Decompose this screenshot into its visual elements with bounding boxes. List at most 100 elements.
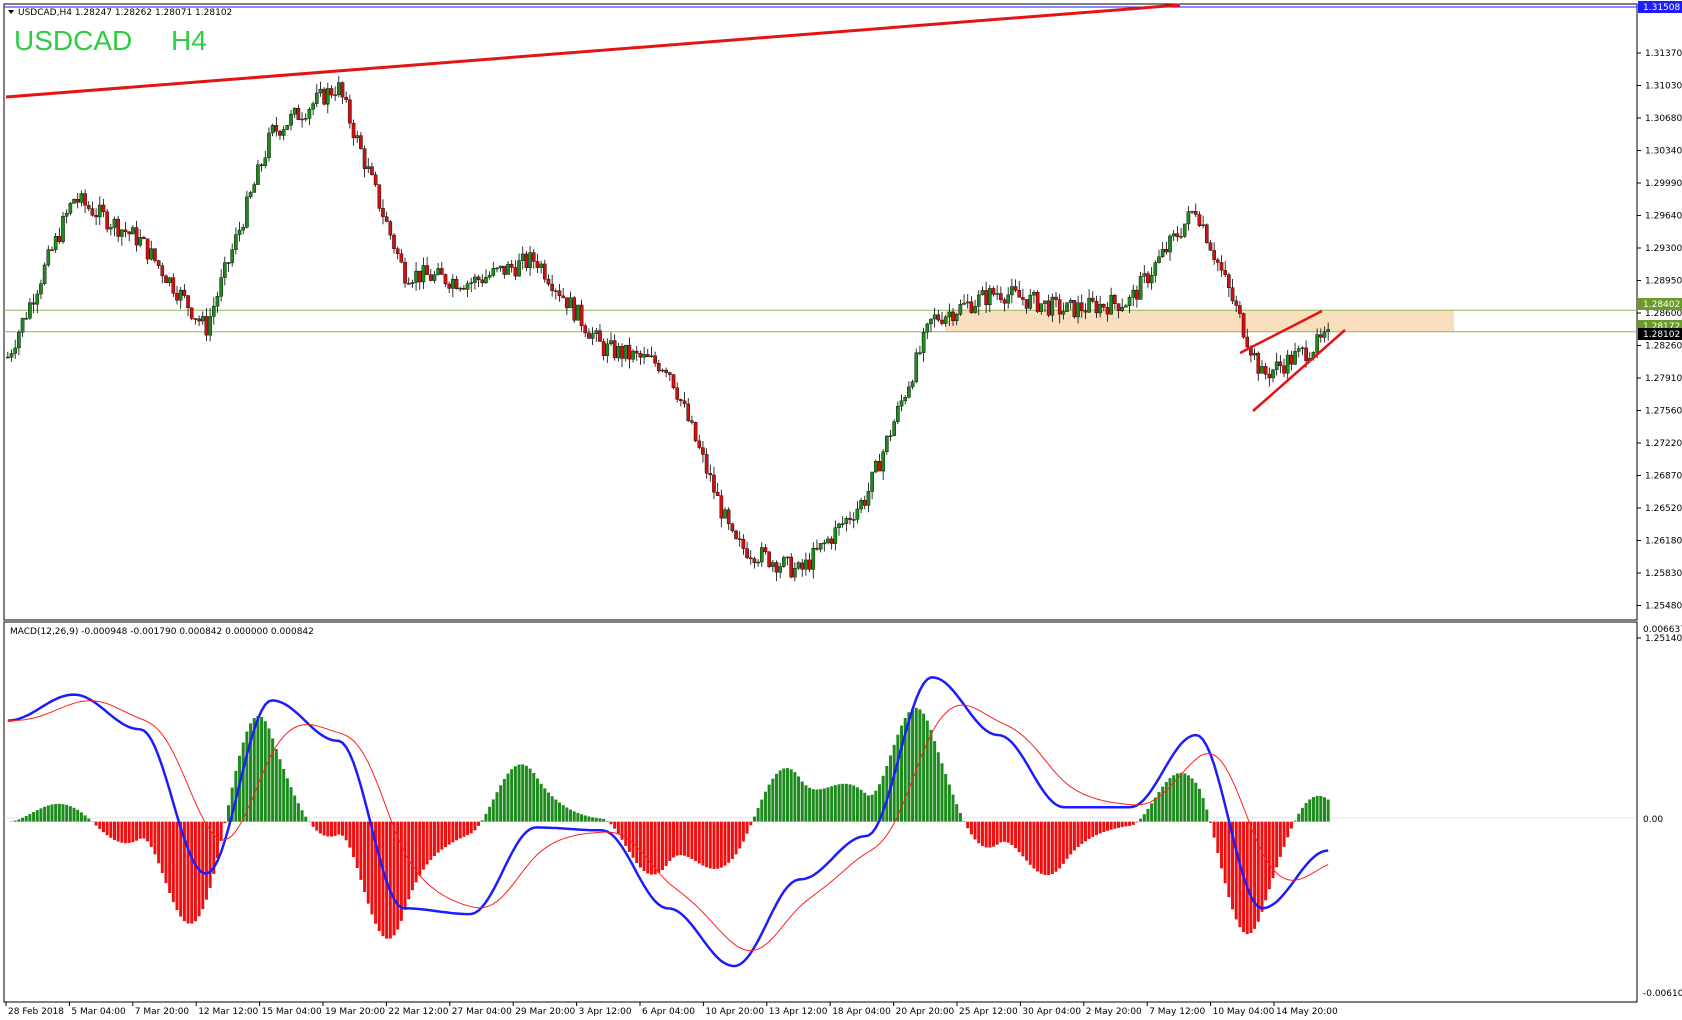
candle-body (1171, 233, 1176, 237)
candle-body (252, 184, 257, 193)
candle-body (72, 199, 76, 204)
candle-body (436, 268, 440, 275)
candle-body (1204, 224, 1209, 243)
candle-body (127, 231, 132, 235)
macd-histogram-bar (21, 817, 25, 822)
candle-body (1241, 313, 1246, 338)
candle-body (833, 527, 838, 544)
macd-histogram-bar (550, 796, 554, 822)
macd-histogram-bar (1186, 775, 1190, 822)
macd-histogram-bar (293, 795, 297, 822)
candle-body (454, 278, 459, 289)
macd-histogram-bar (660, 821, 664, 871)
macd-histogram-bar (285, 778, 289, 822)
candle-body (918, 352, 922, 354)
candle-body (1024, 299, 1029, 309)
candle-body (1230, 287, 1235, 302)
macd-histogram-bar (54, 803, 58, 822)
macd-histogram-bar (734, 821, 738, 855)
macd-histogram-bar (1065, 821, 1069, 859)
candle-body (1322, 331, 1327, 338)
candle-body (1168, 235, 1172, 253)
candle-body (686, 403, 691, 421)
candle-body (175, 293, 179, 301)
candle-body (1124, 305, 1128, 308)
candle-body (1212, 250, 1216, 261)
candle-body (337, 82, 341, 96)
macd-histogram-bar (388, 821, 392, 939)
candle-body (565, 297, 569, 309)
candle-body (307, 109, 312, 119)
candle-body (554, 290, 558, 292)
macd-histogram-bar (1216, 821, 1220, 853)
macd-histogram-bar (1289, 821, 1293, 829)
macd-histogram-bar (1205, 809, 1209, 822)
macd-histogram-bar (32, 812, 36, 822)
candle-body (840, 523, 845, 525)
macd-histogram-bar (1146, 808, 1150, 822)
candle-body (896, 405, 900, 422)
candle-body (318, 88, 323, 94)
candle-body (406, 283, 411, 285)
macd-histogram-bar (506, 773, 510, 822)
candle-body (259, 164, 264, 166)
candle-body (951, 311, 955, 322)
macd-histogram-bar (1047, 821, 1051, 876)
candle-body (657, 363, 661, 372)
support-resistance-zone[interactable] (945, 310, 1454, 332)
candle-body (638, 353, 643, 358)
macd-histogram-bar (925, 720, 929, 822)
macd-histogram-bar (668, 821, 672, 861)
candle-body (660, 369, 665, 372)
candle-body (1260, 366, 1264, 374)
candle-body (737, 538, 742, 540)
price-tick-label: 1.28260 (1645, 342, 1682, 352)
candle-body (995, 293, 999, 295)
candle-body (1046, 300, 1051, 316)
macd-histogram-bar (1168, 778, 1172, 822)
macd-histogram-bar (565, 807, 569, 822)
candle-body (13, 347, 17, 354)
candle-body (973, 306, 977, 313)
macd-histogram-bar (1091, 821, 1095, 837)
candle-body (410, 282, 415, 284)
macd-histogram-bar (752, 816, 756, 822)
macd-histogram-bar (1183, 773, 1187, 822)
macd-histogram-bar (13, 820, 17, 822)
macd-histogram-bar (1190, 778, 1194, 822)
candle-body (344, 96, 348, 101)
candle-body (947, 311, 952, 318)
macd-histogram-bar (815, 789, 819, 822)
macd-histogram-bar (513, 766, 517, 822)
time-label: 20 Apr 20:00 (896, 1007, 955, 1017)
macd-histogram-bar (1120, 821, 1124, 828)
price-tick-label: 1.31370 (1645, 49, 1682, 59)
candle-body (1304, 347, 1308, 361)
candle-body (892, 421, 896, 436)
candle-body (675, 387, 679, 400)
macd-histogram-bar (131, 821, 135, 843)
price-tick-label: 1.29640 (1645, 212, 1682, 222)
time-label: 25 Apr 12:00 (959, 1007, 1018, 1017)
candle-body (473, 276, 477, 283)
macd-histogram-bar (201, 821, 205, 910)
candle-body (1072, 300, 1077, 318)
candle-body (789, 556, 794, 578)
macd-histogram-bar (193, 821, 197, 922)
candle-body (86, 205, 91, 209)
macd-histogram-bar (43, 806, 47, 822)
macd-histogram-bar (811, 789, 815, 822)
time-label: 19 Mar 20:00 (325, 1007, 385, 1017)
macd-histogram-bar (631, 821, 635, 858)
candle-body (940, 319, 944, 324)
candle-body (359, 135, 363, 149)
candle-body (590, 333, 595, 339)
macd-histogram-bar (1061, 821, 1065, 864)
macd-histogram-bar (929, 729, 933, 822)
macd-histogram-bar (278, 759, 282, 822)
macd-histogram-bar (432, 821, 436, 857)
macd-histogram-bar (451, 821, 455, 843)
candle-body (690, 420, 694, 423)
price-tick-label: 1.30680 (1645, 114, 1682, 124)
macd-histogram-bar (1032, 821, 1036, 869)
